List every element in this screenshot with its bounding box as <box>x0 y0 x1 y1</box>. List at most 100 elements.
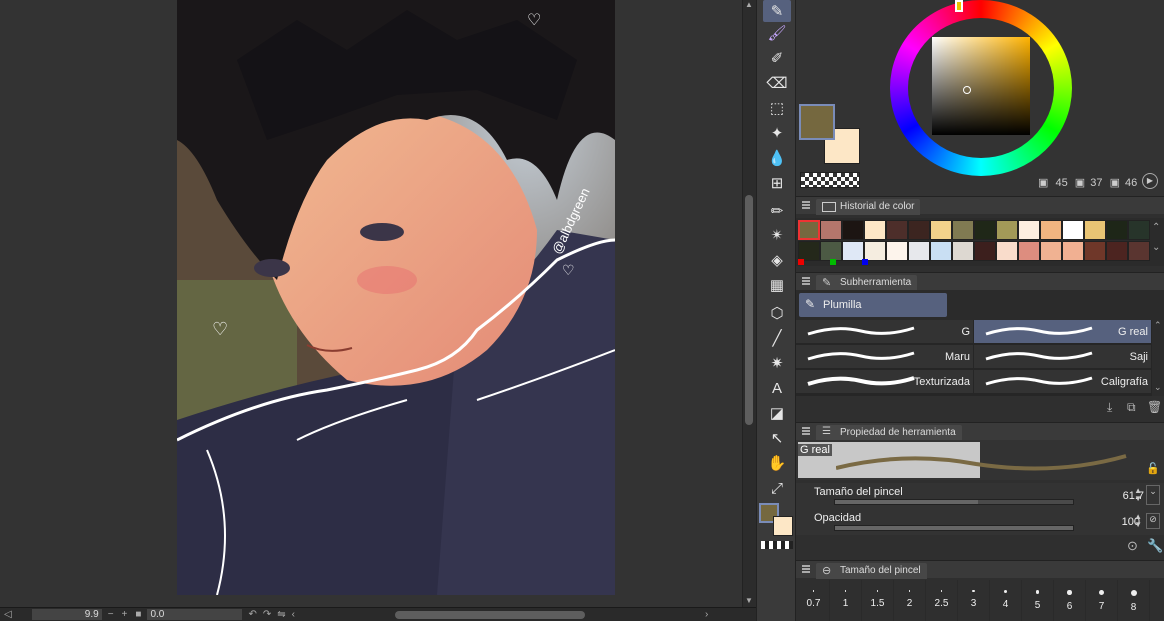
color-history-swatch[interactable] <box>974 220 996 240</box>
brush-size-preset[interactable]: 5 <box>1022 580 1054 621</box>
eraser-tool-icon[interactable]: ⌫ <box>763 72 791 94</box>
scroll-left-icon[interactable]: ‹ <box>292 609 295 620</box>
hand-tool-icon[interactable]: ✋ <box>763 452 791 474</box>
brush-size-preset[interactable]: 1.5 <box>862 580 894 621</box>
speed-lines-tool-icon[interactable]: ✷ <box>763 352 791 374</box>
delete-subtool-icon[interactable]: 🗑 <box>1147 400 1162 414</box>
magic-wand-tool-icon[interactable]: ✴ <box>763 224 791 246</box>
color-history-swatch[interactable] <box>1106 241 1128 261</box>
color-history-swatch[interactable] <box>908 220 930 240</box>
line-tool-icon[interactable]: ╱ <box>763 327 791 349</box>
hsv-mode-icon[interactable]: ▣ <box>1038 177 1048 189</box>
gradient-tool-icon[interactable]: ▦ <box>763 274 791 296</box>
brush-size-preset[interactable]: 8 <box>1118 580 1150 621</box>
brush-size-spinner-icon[interactable]: ▲ ▼ <box>1134 487 1142 503</box>
color-history-swatch[interactable] <box>1018 220 1040 240</box>
brush-size-slider[interactable] <box>834 499 1074 505</box>
horizontal-scroll-thumb[interactable] <box>394 610 585 619</box>
panel-menu-icon[interactable] <box>802 277 810 285</box>
brush-size-preset[interactable]: 2.5 <box>926 580 958 621</box>
artwork-canvas[interactable]: ♡ ♡ ♡ @albdgreen <box>177 0 615 595</box>
subtool-brush-item[interactable]: Maru <box>796 345 973 369</box>
color-history-swatch[interactable] <box>842 220 864 240</box>
color-history-swatch[interactable] <box>996 241 1018 261</box>
import-subtool-icon[interactable]: ⤓ <box>1107 400 1112 415</box>
color-history-swatch[interactable] <box>1128 220 1150 240</box>
text-tool-icon[interactable]: A <box>763 377 791 399</box>
tab-brush-size[interactable]: Tamaño del pincel <box>816 563 927 579</box>
rotation-angle-field[interactable]: 0.0 <box>147 609 243 620</box>
color-history-swatch[interactable] <box>886 241 908 261</box>
object-select-tool-icon[interactable]: ↖ <box>763 427 791 449</box>
pen-tool-icon[interactable]: ✎ <box>763 0 791 22</box>
color-history-swatch[interactable] <box>930 220 952 240</box>
eyedropper-tool-icon[interactable]: ⤢ <box>763 477 791 499</box>
color-history-swatch[interactable] <box>1084 241 1106 261</box>
fill-tool-icon[interactable]: ◈ <box>763 249 791 271</box>
airbrush-tool-icon[interactable]: ✐ <box>763 47 791 69</box>
duplicate-subtool-icon[interactable]: ⧉ <box>1127 400 1136 415</box>
brush-tool-icon[interactable]: 🖌 <box>763 22 791 44</box>
brush-size-preset[interactable]: 1 <box>830 580 862 621</box>
fit-square-icon[interactable]: ■ <box>135 609 141 620</box>
flip-icon[interactable]: ⇋ <box>277 609 285 620</box>
zoom-plus-icon[interactable]: + <box>122 609 128 620</box>
subtool-brush-item[interactable]: G <box>796 320 973 344</box>
color-history-swatch[interactable] <box>798 220 820 240</box>
scroll-right-icon[interactable]: › <box>705 609 708 620</box>
color-history-swatch[interactable] <box>952 241 974 261</box>
subtool-group-pen[interactable]: ✎ Plumilla <box>799 293 947 317</box>
3d-object-tool-icon[interactable]: ⬡ <box>763 302 791 324</box>
auto-select-tool-icon[interactable]: ✦ <box>763 122 791 144</box>
foreground-color-swatch[interactable] <box>799 104 835 140</box>
canvas-area[interactable]: ♡ ♡ ♡ @albdgreen <box>0 0 742 607</box>
panel-menu-icon[interactable] <box>802 201 810 209</box>
tool-settings-icon[interactable]: 🔧 <box>1147 538 1163 554</box>
brush-size-dropdown-icon[interactable]: ⌄ <box>1146 485 1160 505</box>
color-history-swatch[interactable] <box>886 220 908 240</box>
color-history-swatch[interactable] <box>1106 220 1128 240</box>
zoom-level-field[interactable]: 9.9 <box>31 609 102 620</box>
subtool-brush-item[interactable]: G real <box>974 320 1151 344</box>
tool-reset-icon[interactable]: ⊙ <box>1127 538 1138 554</box>
brush-size-preset[interactable]: 2 <box>894 580 926 621</box>
brush-size-preset[interactable]: 0.7 <box>798 580 830 621</box>
toolbar-bg-swatch[interactable] <box>773 516 793 536</box>
color-history-swatch[interactable] <box>908 241 930 261</box>
color-history-swatch[interactable] <box>864 241 886 261</box>
saturation-value-square[interactable] <box>932 37 1030 135</box>
panel-menu-icon[interactable] <box>802 427 810 435</box>
zoom-out-icon[interactable]: ◁ <box>4 609 12 620</box>
scroll-down-arrow-icon[interactable]: ▼ <box>745 596 753 605</box>
color-history-swatch[interactable] <box>1040 241 1062 261</box>
color-history-swatch[interactable] <box>1018 241 1040 261</box>
color-history-swatch[interactable] <box>930 241 952 261</box>
brush-size-preset[interactable]: 3 <box>958 580 990 621</box>
opacity-reset-icon[interactable]: ⊘ <box>1146 513 1160 529</box>
color-picker-cursor[interactable] <box>963 86 971 94</box>
brush-list-scroll-down-icon[interactable]: ⌄ <box>1154 382 1162 393</box>
opacity-spinner-icon[interactable]: ▲ ▼ <box>1134 513 1142 529</box>
scroll-up-arrow-icon[interactable]: ▲ <box>745 0 753 9</box>
color-history-swatch[interactable] <box>996 220 1018 240</box>
panel-menu-icon[interactable] <box>802 565 810 573</box>
rotate-right-icon[interactable]: ↷ <box>263 609 271 620</box>
brush-size-preset[interactable]: 6 <box>1054 580 1086 621</box>
color-history-swatch[interactable] <box>798 241 820 261</box>
zoom-minus-icon[interactable]: − <box>108 609 114 620</box>
brush-list-scrollbar[interactable]: ⌃ ⌄ <box>1152 320 1164 396</box>
color-history-swatch[interactable] <box>1062 220 1084 240</box>
color-history-swatch[interactable] <box>820 241 842 261</box>
history-scroll-down-icon[interactable]: ⌄ <box>1152 242 1160 253</box>
rotate-left-icon[interactable]: ↶ <box>248 609 256 620</box>
opacity-slider[interactable] <box>834 525 1074 531</box>
blend-tool-icon[interactable]: 💧 <box>763 147 791 169</box>
color-history-swatch[interactable] <box>1040 220 1062 240</box>
vertical-scroll-thumb[interactable] <box>745 195 753 425</box>
brush-list-scroll-up-icon[interactable]: ⌃ <box>1154 320 1162 331</box>
selection-tool-icon[interactable]: ⬚ <box>763 97 791 119</box>
brush-size-preset[interactable]: 4 <box>990 580 1022 621</box>
frame-tool-icon[interactable]: ◪ <box>763 402 791 424</box>
grid-tool-icon[interactable]: ⊞ <box>763 172 791 194</box>
tab-tool-property[interactable]: Propiedad de herramienta <box>816 425 962 441</box>
